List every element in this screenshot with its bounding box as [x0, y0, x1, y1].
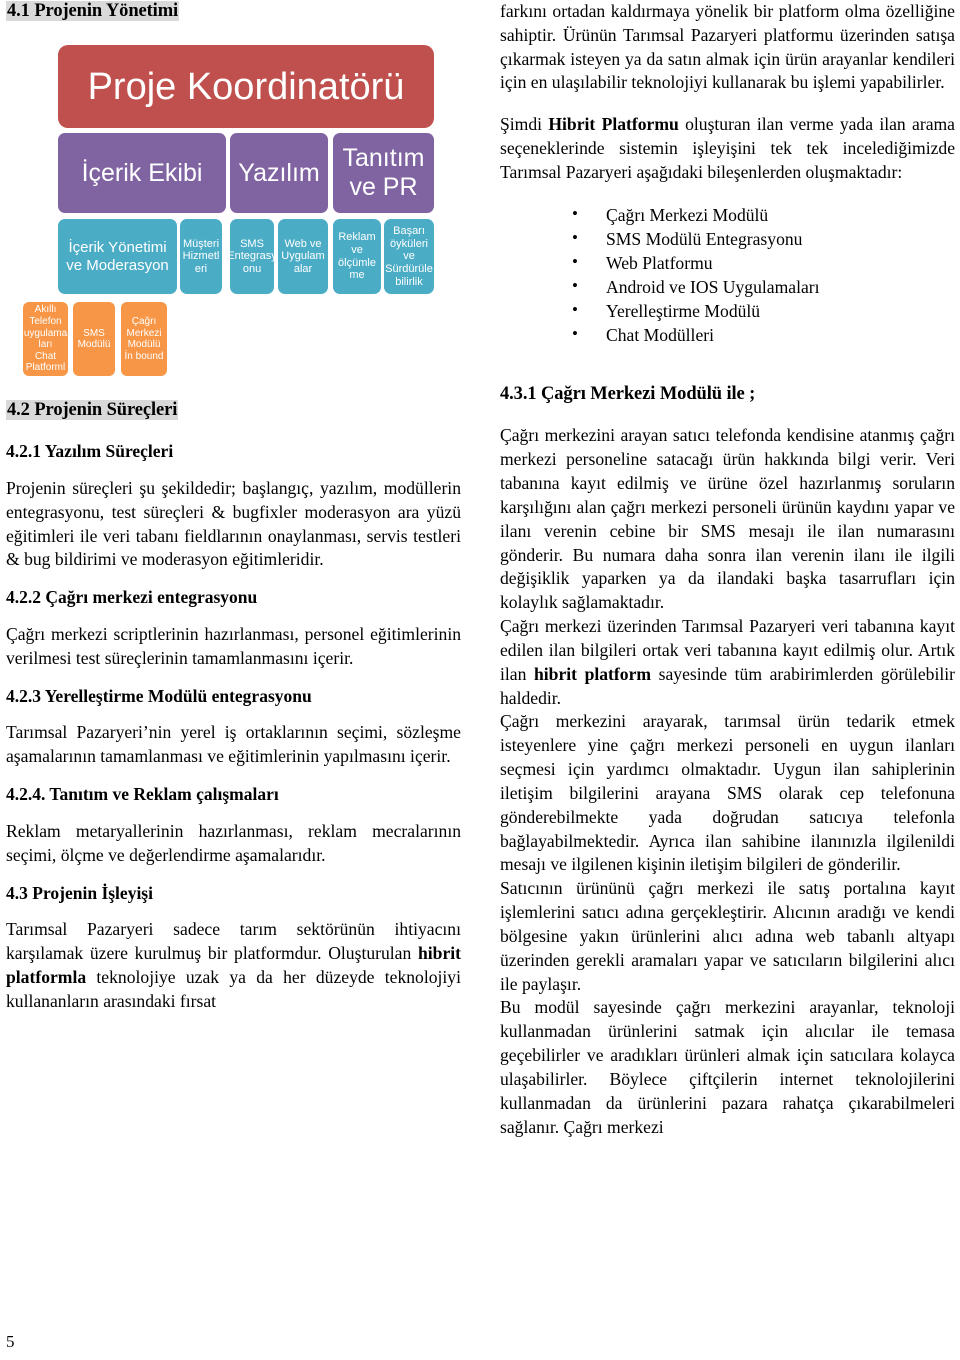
paragraph-4-3-1-b: Çağrı merkezi üzerinden Tarımsal Pazarye… [500, 615, 955, 710]
list-item: SMS Modülü Entegrasyonu [572, 226, 955, 251]
org-node-level2-tanitim-ve-pr: Tanıtım ve PR [333, 133, 434, 214]
org-node-label: Web ve Uygulam alar [281, 237, 325, 276]
org-node-level2-yazilim: Yazılım [230, 133, 328, 214]
list-item: Android ve IOS Uygulamaları [572, 274, 955, 299]
org-chart: Proje Koordinatörü İçerik Ekibi Yazılım … [14, 41, 434, 381]
paragraph-hibrit-part-pre: Şimdi [500, 114, 549, 135]
list-item: Yerelleştirme Modülü [572, 298, 955, 323]
paragraph-4-3-1-e: Bu modül sayesinde çağrı merkezini araya… [500, 997, 955, 1137]
page-number: 5 [6, 1332, 15, 1351]
org-node-level3-basari-oykuleri: Başarı öyküleri ve Sürdürüle bilirlik [384, 219, 434, 295]
paragraph-4-2-4: Reklam metaryallerinin hazırlanması, rek… [6, 820, 461, 865]
paragraph-4-2-3: Tarımsal Pazaryeri’nin yerel iş ortaklar… [6, 722, 461, 767]
paragraph-4-3-1-a: Çağrı merkezini arayan satıcı telefonda … [500, 425, 955, 613]
org-node-label: Reklam ve ölçümle me [338, 231, 376, 282]
org-node-level3-reklam-ve-olcumleme: Reklam ve ölçümle me [333, 219, 381, 295]
heading-4-3-1: 4.3.1 Çağrı Merkezi Modülü ile ; [500, 384, 756, 405]
org-node-level4-akilli-telefon: Akıllı Telefon uygulama ları Chat Platfo… [23, 302, 68, 377]
heading-4-2-text: 4.2 Projenin Süreçleri [6, 400, 179, 421]
paragraph-4-3-1-d: Satıcının ürününü çağrı merkezi ile satı… [500, 878, 955, 994]
paragraph-4-2-2: Çağrı merkezi scriptlerinin hazırlanması… [6, 624, 461, 668]
paragraph-4-3: Tarımsal Pazaryeri sadece tarım sektörün… [6, 918, 461, 1013]
org-node-label: SMS Modülü [77, 327, 111, 351]
heading-4-2-2: 4.2.2 Çağrı merkezi entegrasyonu [6, 587, 258, 608]
left-column: 4.1 Projenin Yönetimi Proje Koordinatörü… [6, 0, 461, 1014]
org-node-label: SMS Entegrasy onu [230, 237, 274, 276]
org-node-level3-web-ve-uygulamalar: Web ve Uygulam alar [278, 219, 328, 295]
org-node-label: Çağrı Merkezi Modülü İn bound [124, 315, 164, 362]
paragraph-hibrit-platformu: Şimdi Hibrit Platformu oluşturan ilan ve… [500, 113, 955, 184]
paragraph-4-3-part-a: Tarımsal Pazaryeri sadece tarım sektörün… [6, 919, 461, 964]
org-node-label: Akıllı Telefon uygulama ları Chat Platfo… [23, 304, 68, 374]
document-page: 4.1 Projenin Yönetimi Proje Koordinatörü… [0, 0, 960, 1360]
component-bullet-list: Çağrı Merkezi Modülü SMS Modülü Entegras… [500, 202, 955, 348]
org-node-label: Müşteri Hizmetl eri [182, 237, 220, 276]
paragraph-4-3-1-b-bold: hibrit platform [533, 663, 652, 684]
list-item: Chat Modülleri [572, 322, 955, 347]
heading-4-2-4: 4.2.4. Tanıtım ve Reklam çalışmaları [6, 784, 279, 805]
org-node-level2-icerik-ekibi: İçerik Ekibi [58, 133, 226, 214]
heading-4-2-1: 4.2.1 Yazılım Süreçleri [6, 441, 174, 462]
org-node-level3-musteri-hizmetleri: Müşteri Hizmetl eri [180, 219, 222, 295]
right-column: farkını ortadan kaldırmaya yönelik bir p… [500, 0, 955, 1139]
heading-4-2-3: 4.2.3 Yerelleştirme Modülü entegrasyonu [6, 685, 312, 706]
list-item: Çağrı Merkezi Modülü [572, 202, 955, 227]
org-node-label: Tanıtım ve PR [342, 144, 425, 202]
org-node-level1-0: Proje Koordinatörü [58, 45, 434, 129]
org-node-label: İçerik Yönetimi ve Moderasyon [66, 239, 169, 274]
list-item: Web Platformu [572, 250, 955, 275]
org-node-label: Yazılım [238, 158, 320, 187]
org-node-label: Proje Koordinatörü [87, 65, 405, 108]
org-node-level4-cagri-merkezi: Çağrı Merkezi Modülü İn bound [121, 302, 167, 377]
paragraph-4-3-1-c: Çağrı merkezini arayarak, tarımsal ürün … [500, 711, 955, 875]
heading-4-1: 4.1 Projenin Yönetimi [6, 0, 461, 23]
org-node-label: İçerik Ekibi [81, 158, 203, 187]
heading-4-1-text: 4.1 Projenin Yönetimi [6, 1, 180, 21]
paragraph-hibrit-bold: Hibrit Platformu [548, 114, 679, 135]
heading-4-3: 4.3 Projenin İşleyişi [6, 882, 153, 903]
org-node-level4-sms-modulu: SMS Modülü [73, 302, 115, 377]
heading-4-2: 4.2 Projenin Süreçleri [6, 399, 461, 422]
org-node-label: Başarı öyküleri ve Sürdürüle bilirlik [385, 224, 433, 288]
paragraph-4-2-1: Projenin süreçleri şu şekildedir; başlan… [6, 478, 461, 570]
org-node-level3-icerik-yonetimi: İçerik Yönetimi ve Moderasyon [58, 219, 177, 295]
org-node-level3-sms-entegrasyonu: SMS Entegrasy onu [230, 219, 274, 295]
paragraph-right-top: farkını ortadan kaldırmaya yönelik bir p… [500, 1, 955, 93]
